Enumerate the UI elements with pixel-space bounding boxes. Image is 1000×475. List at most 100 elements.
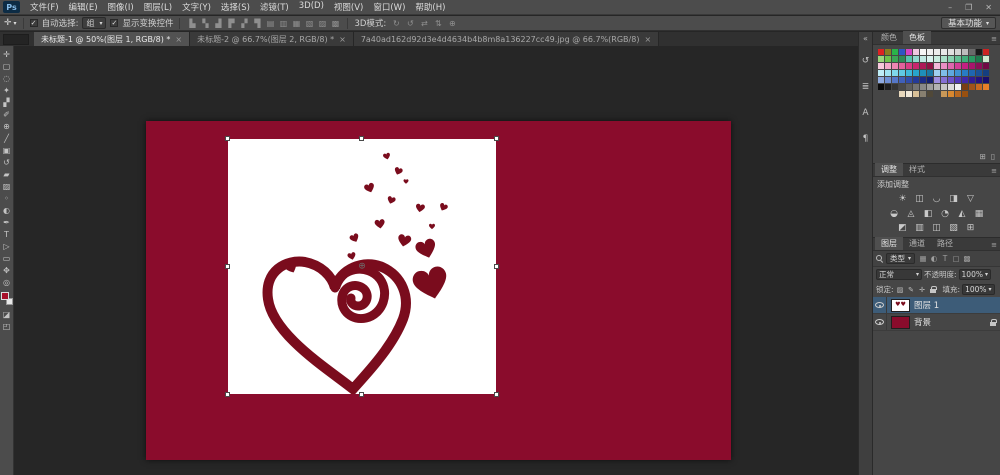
tab-close-icon[interactable]: ×	[644, 35, 651, 44]
dodge-tool[interactable]: ◐	[0, 204, 13, 216]
adjustments-tab[interactable]: 样式	[903, 163, 931, 176]
color-swatch[interactable]	[934, 49, 940, 55]
color-swatch[interactable]	[913, 56, 919, 62]
color-swatch[interactable]	[948, 49, 954, 55]
color-swatch[interactable]	[899, 77, 905, 83]
minimize-button[interactable]: –	[948, 3, 952, 12]
menu-window[interactable]: 窗口(W)	[368, 1, 410, 13]
color-swatch[interactable]	[927, 56, 933, 62]
transform-handle[interactable]	[359, 392, 364, 397]
color-swatch[interactable]	[969, 77, 975, 83]
color-swatch[interactable]	[906, 70, 912, 76]
color-swatch[interactable]	[934, 77, 940, 83]
color-swatch[interactable]	[955, 63, 961, 69]
color-swatch[interactable]	[892, 56, 898, 62]
panel-menu-icon[interactable]: ≡	[991, 35, 997, 43]
color-swatch[interactable]	[948, 63, 954, 69]
color-swatch[interactable]	[906, 91, 912, 97]
color-swatch[interactable]	[955, 56, 961, 62]
crop-tool[interactable]: ▞	[0, 96, 13, 108]
gradient-tool[interactable]: ▨	[0, 180, 13, 192]
color-swatch[interactable]	[962, 49, 968, 55]
pen-tool[interactable]: ✒	[0, 216, 13, 228]
color-swatch[interactable]	[948, 70, 954, 76]
color-swatch[interactable]	[983, 56, 989, 62]
layer-filter-dropdown[interactable]: 类型▾	[886, 253, 915, 264]
color-swatch[interactable]	[906, 56, 912, 62]
filter-pixel-layers-icon[interactable]: ▦	[918, 254, 928, 263]
black-white-adjustment-icon[interactable]: ◧	[922, 208, 934, 219]
color-swatch[interactable]	[885, 84, 891, 90]
distribute-left-edges-button[interactable]: ▧	[303, 18, 315, 29]
path-selection-tool[interactable]: ▷	[0, 240, 13, 252]
swatches-tab[interactable]: 色板	[903, 31, 931, 44]
color-swatch[interactable]	[955, 70, 961, 76]
marquee-tool[interactable]: ▢	[0, 60, 13, 72]
adjustments-tab[interactable]: 调整	[875, 163, 903, 176]
3d-drag-button[interactable]: ⇄	[418, 18, 430, 29]
brightness-contrast-adjustment-icon[interactable]: ☀	[897, 194, 909, 205]
quick-mask-button[interactable]: ◪	[0, 308, 13, 320]
type-tool[interactable]: T	[0, 228, 13, 240]
color-swatch[interactable]	[941, 56, 947, 62]
history-brush-tool[interactable]: ↺	[0, 156, 13, 168]
color-swatch[interactable]	[948, 84, 954, 90]
color-swatch[interactable]	[934, 63, 940, 69]
layer-row[interactable]: 背景	[873, 314, 1000, 331]
show-transform-checkbox[interactable]: ✓	[110, 19, 118, 27]
color-swatch[interactable]	[948, 77, 954, 83]
tab-close-icon[interactable]: ×	[339, 35, 346, 44]
color-swatch[interactable]	[913, 49, 919, 55]
color-swatch[interactable]	[920, 77, 926, 83]
document-tab-1[interactable]: 未标题-1 @ 50%(图层 1, RGB/8) *×	[34, 32, 190, 46]
color-swatch[interactable]	[976, 63, 982, 69]
color-lookup-adjustment-icon[interactable]: ▦	[973, 208, 985, 219]
color-swatch[interactable]	[941, 91, 947, 97]
color-swatch[interactable]	[962, 56, 968, 62]
color-swatch[interactable]	[941, 77, 947, 83]
color-swatch[interactable]	[892, 70, 898, 76]
layer-visibility-toggle[interactable]	[873, 297, 887, 313]
layers-tab[interactable]: 通道	[903, 237, 931, 250]
color-swatch[interactable]	[941, 70, 947, 76]
menu-layer[interactable]: 图层(L)	[139, 1, 177, 13]
color-swatch[interactable]	[920, 91, 926, 97]
distribute-v-centers-button[interactable]: ▥	[277, 18, 289, 29]
panel-menu-icon[interactable]: ≡	[991, 241, 997, 249]
color-swatch[interactable]	[976, 56, 982, 62]
color-swatch[interactable]	[976, 84, 982, 90]
color-swatch[interactable]	[913, 77, 919, 83]
color-swatch[interactable]	[920, 70, 926, 76]
align-h-centers-button[interactable]: ▚	[199, 18, 211, 29]
color-swatch[interactable]	[906, 77, 912, 83]
color-swatch[interactable]	[941, 84, 947, 90]
menu-type[interactable]: 文字(Y)	[177, 1, 216, 13]
color-swatch[interactable]	[892, 84, 898, 90]
gradient-map-adjustment-icon[interactable]: ▧	[948, 223, 960, 234]
color-swatch[interactable]	[962, 91, 968, 97]
pasted-image-layer[interactable]: ⊕	[228, 139, 496, 394]
color-swatch[interactable]	[920, 84, 926, 90]
color-swatch[interactable]	[906, 49, 912, 55]
selective-color-adjustment-icon[interactable]: ⊞	[965, 223, 977, 234]
color-swatch[interactable]	[969, 56, 975, 62]
curves-adjustment-icon[interactable]: ◡	[931, 194, 943, 205]
color-swatch[interactable]	[892, 49, 898, 55]
color-swatch[interactable]	[969, 84, 975, 90]
color-swatch[interactable]	[920, 49, 926, 55]
color-swatch[interactable]	[983, 77, 989, 83]
color-swatch[interactable]	[878, 49, 884, 55]
color-balance-adjustment-icon[interactable]: ◬	[905, 208, 917, 219]
panel-menu-icon[interactable]: ≡	[991, 167, 997, 175]
restore-button[interactable]: ❐	[965, 3, 972, 12]
transform-handle[interactable]	[494, 136, 499, 141]
color-swatch[interactable]	[934, 84, 940, 90]
color-swatch[interactable]	[899, 84, 905, 90]
3d-scale-button[interactable]: ⊕	[446, 18, 458, 29]
color-swatch[interactable]	[927, 63, 933, 69]
layers-tab[interactable]: 路径	[931, 237, 959, 250]
3d-slide-button[interactable]: ⇅	[432, 18, 444, 29]
color-swatch[interactable]	[885, 56, 891, 62]
color-swatch[interactable]	[976, 77, 982, 83]
foreground-color-swatch[interactable]	[1, 292, 9, 300]
